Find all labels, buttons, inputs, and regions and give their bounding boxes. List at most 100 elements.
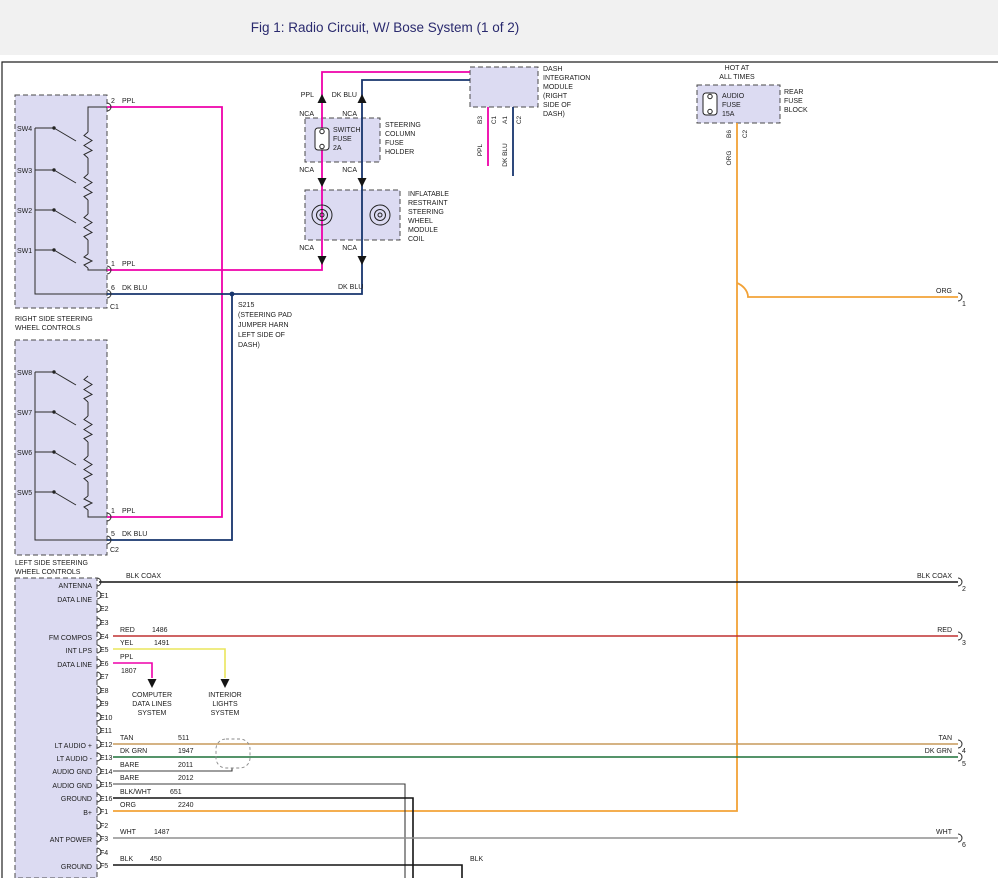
connector-arrow-down-icon: [318, 256, 327, 265]
wire-color-label: TAN: [120, 735, 133, 742]
switch-contact-dot: [52, 490, 55, 493]
pin-label: E7: [100, 674, 109, 681]
fuse-label: AUDIO: [722, 93, 745, 100]
splice-label: LEFT SIDE OF: [238, 332, 285, 339]
wire-color-label: BLK COAX: [126, 573, 161, 580]
wire-color-label: DK GRN: [925, 748, 952, 755]
wire-color-label: BLK: [470, 856, 484, 863]
dash-integration-module-box: [470, 67, 538, 107]
pin-number: 1: [111, 508, 115, 515]
hot-at-label: ALL TIMES: [719, 74, 755, 81]
wire-color-label: DK GRN: [120, 748, 147, 755]
destination-label: DATA LINES: [132, 701, 172, 708]
pin-number: 2: [111, 98, 115, 105]
wire-color-label: RED: [937, 627, 952, 634]
wiring-diagram-page: Fig 1: Radio Circuit, W/ Bose System (1 …: [0, 0, 998, 878]
off-page-ref: 3: [962, 640, 966, 647]
pin-number: B3: [477, 116, 484, 124]
connector-id: C2: [110, 547, 119, 554]
off-page-ref: 6: [962, 842, 966, 849]
switch-label: SW4: [17, 126, 32, 133]
signal-label: GROUND: [61, 864, 92, 871]
wire-color-label: PPL: [120, 654, 133, 661]
switch-contact-dot: [52, 370, 55, 373]
switch-label: SW1: [17, 248, 32, 255]
switch-label: SW8: [17, 370, 32, 377]
splice-label: DASH): [238, 342, 260, 349]
splice-label: (STEERING PAD: [238, 312, 292, 319]
wire-color-label: PPL: [477, 143, 484, 156]
signal-label: AUDIO GND: [52, 769, 92, 776]
dim-caption: (RIGHT: [543, 93, 568, 100]
pin-label: E3: [100, 620, 109, 627]
pin-label: E10: [100, 715, 113, 722]
signal-label: DATA LINE: [57, 597, 92, 604]
wire-color-label: ORG: [726, 151, 733, 166]
pin-number: B6: [726, 130, 733, 138]
fuse-label: SWITCH: [333, 127, 361, 134]
wires: [99, 72, 958, 878]
off-page-ref: 1: [962, 301, 966, 308]
splice-label: S215: [238, 302, 254, 309]
pin-label: F5: [100, 863, 108, 870]
off-page-ref: 5: [962, 761, 966, 768]
pin-label: E15: [100, 782, 113, 789]
switch-contact-dot: [52, 410, 55, 413]
signal-label: DATA LINE: [57, 662, 92, 669]
signal-label: LT AUDIO +: [55, 743, 92, 750]
circuit-number: 1486: [152, 627, 168, 634]
wire-dkblu-splice-branch: [107, 294, 232, 540]
pin-label: E13: [100, 755, 113, 762]
fuse-holder-caption: HOLDER: [385, 149, 414, 156]
wire-color-label: BARE: [120, 775, 139, 782]
signal-label: ANT POWER: [50, 837, 92, 844]
destination-label: SYSTEM: [211, 710, 240, 717]
wire-color-label: WHT: [120, 829, 137, 836]
wire-color-label: DK BLU: [338, 284, 363, 291]
coil-caption: STEERING: [408, 209, 444, 216]
module-caption: WHEEL CONTROLS: [15, 569, 81, 576]
circuit-number: 2012: [178, 775, 194, 782]
rear-fuse-block-caption: BLOCK: [784, 107, 808, 114]
fuse-holder-caption: STEERING: [385, 122, 421, 129]
connector-id: C2: [742, 129, 749, 138]
wire-blk-450: [113, 865, 462, 878]
circuit-number: 651: [170, 789, 182, 796]
pin-label: F4: [100, 850, 108, 857]
connector-id: C1: [491, 115, 498, 124]
coil-caption: MODULE: [408, 227, 438, 234]
pin-label: E12: [100, 742, 113, 749]
to-system-arrow-icon: [148, 679, 157, 688]
nca-label: NCA: [299, 167, 314, 174]
module-caption: WHEEL CONTROLS: [15, 325, 81, 332]
nca-label: NCA: [299, 111, 314, 118]
connector-arrow-down-icon: [318, 178, 327, 187]
pin-label: F2: [100, 823, 108, 830]
signal-label: GROUND: [61, 796, 92, 803]
dim-caption: SIDE OF: [543, 102, 571, 109]
splice-s215-dot: [230, 292, 235, 297]
nca-label: NCA: [342, 167, 357, 174]
wire-color-label: TAN: [939, 735, 952, 742]
switch-contact-dot: [52, 450, 55, 453]
coil-caption: INFLATABLE: [408, 191, 449, 198]
fuse-label: FUSE: [722, 102, 741, 109]
steering-box-pin-arcs: [107, 103, 111, 544]
rear-fuse-block-caption: REAR: [784, 89, 803, 96]
hot-at-label: HOT AT: [725, 65, 750, 72]
to-system-arrow-icon: [221, 679, 230, 688]
off-page-ref: 4: [962, 748, 966, 755]
wire-color-label: PPL: [122, 261, 135, 268]
pin-number: A1: [502, 116, 509, 124]
circuit-number: 450: [150, 856, 162, 863]
connector-arrow-up-icon: [318, 94, 327, 103]
destination-label: SYSTEM: [138, 710, 167, 717]
wire-color-label: BARE: [120, 762, 139, 769]
circuit-number: 1947: [178, 748, 194, 755]
circuit-number: 511: [178, 735, 189, 742]
pin-label: E14: [100, 769, 113, 776]
pin-label: E6: [100, 661, 109, 668]
wire-color-label: BLK: [120, 856, 134, 863]
system-destinations: COMPUTER DATA LINES SYSTEM INTERIOR LIGH…: [132, 679, 242, 717]
module-caption: LEFT SIDE STEERING: [15, 560, 88, 567]
